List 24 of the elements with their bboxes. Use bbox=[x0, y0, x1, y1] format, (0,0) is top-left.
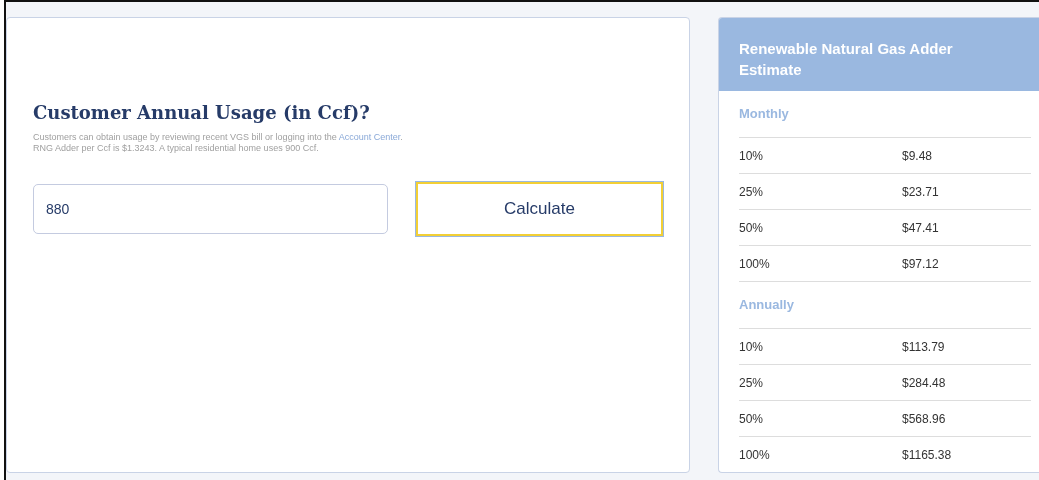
percent-cell-text: 10% bbox=[739, 339, 765, 354]
usage-input-field[interactable]: 880 bbox=[33, 184, 388, 234]
calculate-button[interactable]: Calculate bbox=[416, 182, 663, 236]
percent-cell-text: 25% bbox=[739, 375, 765, 390]
percent-cell-text: 100% bbox=[739, 256, 771, 271]
section-title: Annually bbox=[739, 282, 1031, 329]
amount-cell: $97.12 bbox=[902, 256, 939, 271]
amount-cell: $23.71 bbox=[902, 184, 939, 199]
percent-cell-text: 50% bbox=[739, 411, 765, 426]
amount-cell: $1165.38 bbox=[902, 447, 952, 462]
amount-cell: $568.96 bbox=[902, 411, 946, 426]
help-text: RNG Adder per Ccf is $1.3243. A typical residential home uses 900 Ccf. bbox=[33, 143, 320, 154]
help-text: Customers can obtain usage by reviewing recent VGS bill or logging into the Account Center. bbox=[33, 132, 404, 143]
section-title: Monthly bbox=[739, 91, 1031, 138]
amount-cell: $47.41 bbox=[902, 220, 939, 235]
amount-cell: $113.79 bbox=[902, 339, 945, 354]
estimate-title: Renewable Natural Gas Adder Estimate bbox=[739, 39, 954, 80]
percent-cell-text: 10% bbox=[739, 148, 765, 163]
percent-cell-text: 100% bbox=[739, 447, 771, 462]
amount-cell: $9.48 bbox=[902, 148, 933, 163]
percent-cell-text: 50% bbox=[739, 220, 765, 235]
percent-cell-text: 25% bbox=[739, 184, 765, 199]
calculator-heading: Customer Annual Usage (in Ccf)? bbox=[33, 102, 371, 123]
amount-cell: $284.48 bbox=[902, 375, 946, 390]
